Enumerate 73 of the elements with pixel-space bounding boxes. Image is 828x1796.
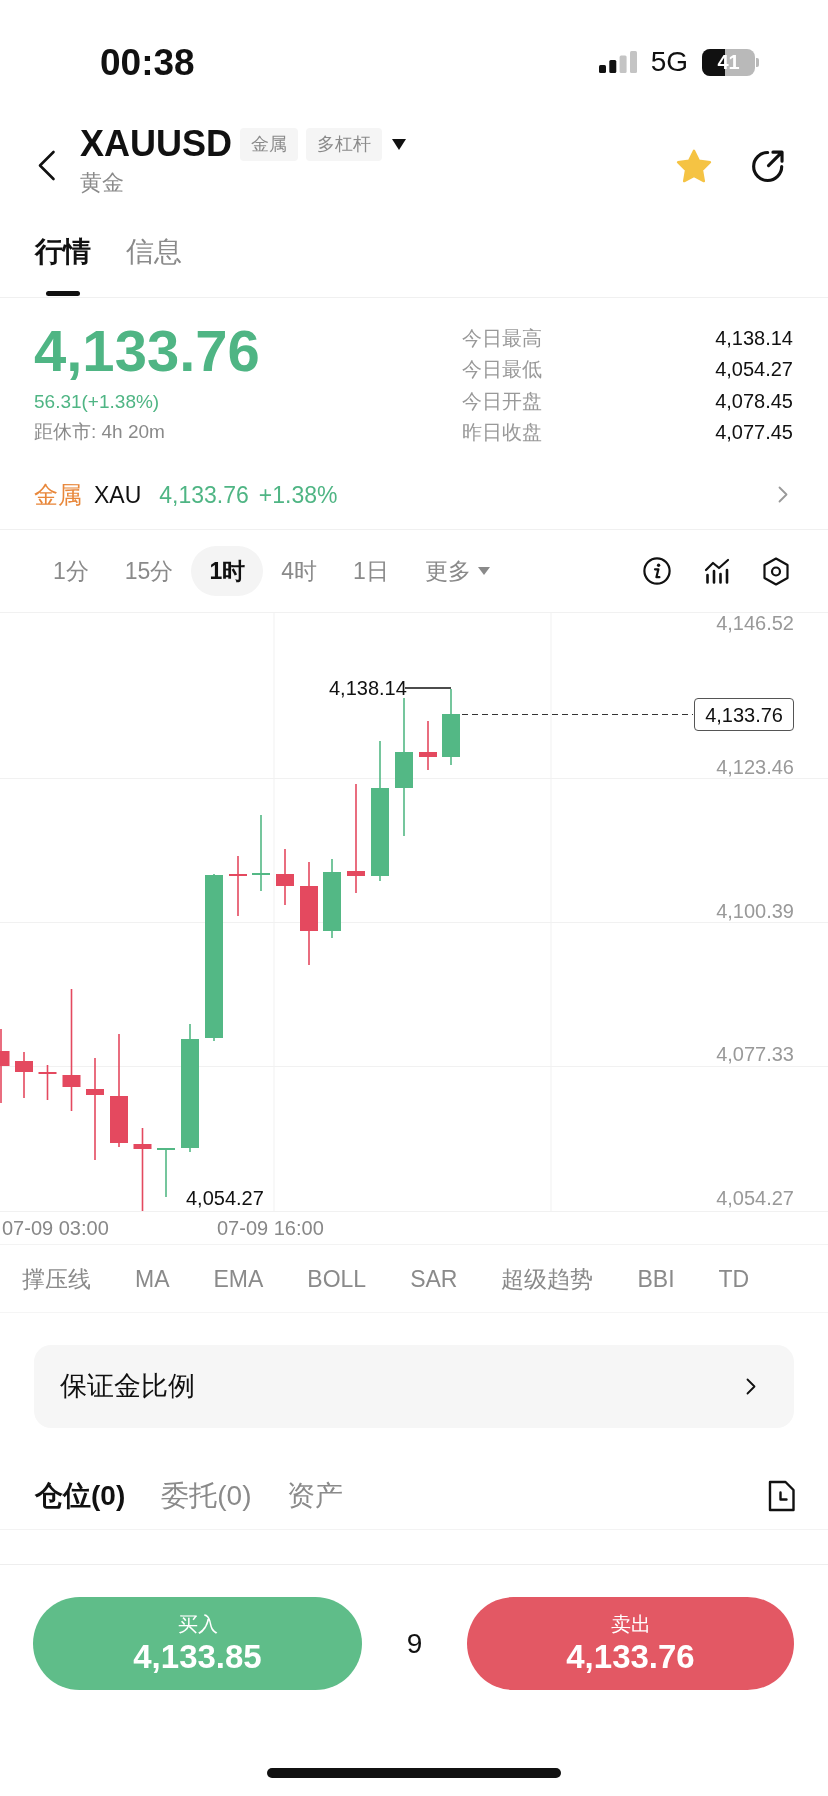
- candle: [229, 855, 247, 917]
- chevron-right-icon: [746, 1378, 756, 1395]
- info-icon[interactable]: [643, 557, 671, 585]
- stat-label: 今日开盘: [462, 388, 542, 414]
- spread-value: 9: [405, 1627, 424, 1660]
- category-tag: 金属: [240, 127, 298, 161]
- stat-value: 4,054.27: [715, 357, 793, 383]
- signal-icon: [598, 51, 637, 73]
- market-close-countdown: 距休市: 4h 20m: [34, 420, 166, 444]
- interval-tab[interactable]: 1分: [35, 546, 107, 596]
- position-tab[interactable]: 仓位(0): [35, 1477, 126, 1514]
- related-change: +1.38%: [258, 480, 338, 510]
- x-axis-label: 07-09 16:00: [217, 1217, 324, 1239]
- indicator-tab[interactable]: TD: [718, 1263, 750, 1294]
- stat-value: 4,138.14: [715, 325, 793, 351]
- y-axis-label: 4,054.27: [716, 1187, 794, 1209]
- leader-line: [404, 687, 452, 689]
- share-icon[interactable]: [752, 149, 785, 183]
- interval-tab[interactable]: 1日: [335, 546, 407, 596]
- y-axis-label: 4,100.39: [716, 899, 794, 922]
- stat-value: 4,078.45: [715, 388, 793, 414]
- stat-label: 今日最高: [462, 325, 542, 351]
- position-tab[interactable]: 资产: [287, 1477, 344, 1514]
- category-label: 金属: [34, 479, 82, 510]
- interval-tab[interactable]: 更多: [406, 546, 508, 596]
- network-label: 5G: [650, 48, 688, 76]
- symbol-title: XAUUSD: [80, 124, 232, 164]
- x-axis-label: 07-09 03:00: [2, 1217, 109, 1239]
- indicator-tab[interactable]: SAR: [410, 1263, 458, 1294]
- chart-indicator-icon[interactable]: [704, 558, 730, 584]
- indicator-tab[interactable]: 超级趋势: [501, 1263, 594, 1294]
- chevron-right-icon: [778, 486, 788, 503]
- status-time: 00:38: [100, 43, 195, 81]
- indicator-tab[interactable]: 撑压线: [22, 1263, 91, 1294]
- document-clock-icon[interactable]: [767, 1479, 796, 1512]
- sell-button[interactable]: 卖出 4,133.76: [467, 1597, 794, 1690]
- high-price-label: 4,138.14: [329, 678, 407, 698]
- related-price: 4,133.76: [159, 480, 249, 510]
- caret-down-icon: [477, 567, 490, 575]
- buy-button[interactable]: 买入 4,133.85: [33, 1597, 362, 1690]
- indicator-tab[interactable]: EMA: [213, 1263, 264, 1294]
- margin-ratio-button[interactable]: 保证金比例: [34, 1345, 794, 1428]
- settings-icon[interactable]: [763, 556, 789, 586]
- last-price: 4,133.76: [34, 322, 260, 380]
- indicator-tab[interactable]: BOLL: [307, 1263, 367, 1294]
- candle: [38, 1064, 57, 1101]
- y-axis-label: 4,123.46: [716, 755, 794, 778]
- interval-tab[interactable]: 4时: [263, 546, 335, 596]
- category-tag: 多杠杆: [306, 127, 382, 161]
- related-symbol: XAU: [94, 480, 142, 510]
- candle: [157, 1147, 175, 1198]
- tab[interactable]: 行情: [35, 210, 91, 297]
- stat-label: 昨日收盘: [462, 420, 542, 446]
- tab[interactable]: 信息: [126, 210, 182, 297]
- instrument-name: 黄金: [80, 169, 125, 197]
- candle: [419, 720, 437, 771]
- candle: [15, 1051, 33, 1099]
- low-price-label: 4,054.27: [186, 1187, 264, 1209]
- back-icon[interactable]: [37, 150, 56, 181]
- price-change: 56.31(+1.38%): [34, 390, 161, 414]
- indicator-tab[interactable]: MA: [135, 1263, 170, 1294]
- position-tab[interactable]: 委托(0): [161, 1477, 252, 1514]
- candle: [276, 848, 294, 906]
- last-price-tag: 4,133.76: [694, 698, 794, 731]
- stat-value: 4,077.45: [715, 420, 793, 446]
- interval-tab[interactable]: 15分: [106, 546, 192, 596]
- y-axis-label: 4,077.33: [716, 1043, 794, 1066]
- y-axis-label: 4,146.52: [716, 612, 794, 634]
- indicator-tab[interactable]: BBI: [637, 1263, 675, 1294]
- stat-label: 今日最低: [462, 357, 542, 383]
- star-icon[interactable]: [676, 149, 712, 183]
- interval-tab[interactable]: 1时: [191, 546, 264, 596]
- caret-down-icon[interactable]: [392, 138, 406, 150]
